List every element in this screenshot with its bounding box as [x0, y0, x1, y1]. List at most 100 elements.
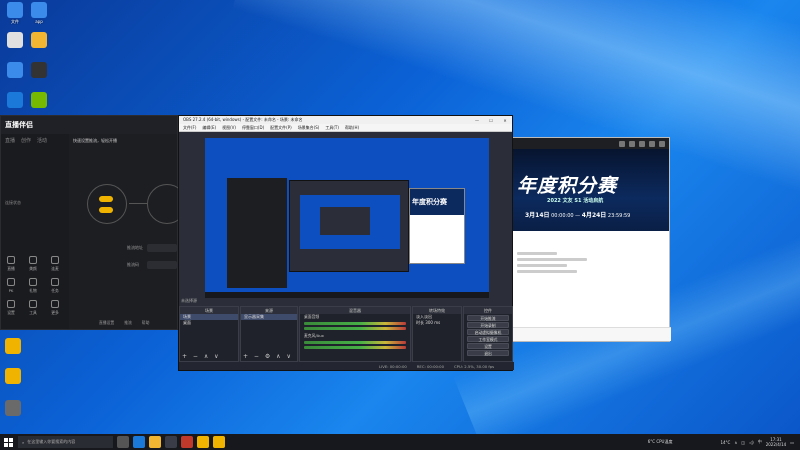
stream-key-field[interactable]: [147, 261, 177, 269]
streaming-companion-window[interactable]: 直播伴侣 直播 创作 活动 连接状态 直播 美颜 连麦 PK 礼物 任务 设置 …: [0, 115, 187, 330]
menu-help[interactable]: 帮助(H): [345, 125, 359, 131]
exit-button[interactable]: 退出: [467, 350, 509, 356]
clock[interactable]: 17:31 2022/4/14: [766, 437, 787, 447]
toolbar-icon[interactable]: [649, 140, 655, 147]
volume-icon[interactable]: ◁): [749, 440, 754, 445]
taskbar-search[interactable]: ⌕ 在这里输入你要搜索的内容: [18, 436, 113, 448]
obs-taskbar-icon[interactable]: [165, 436, 177, 448]
settings-button[interactable]: 设置: [467, 343, 509, 349]
sources-panel: 来源 显示器采集 + − ⚙ ∧ ∨: [240, 306, 298, 362]
desktop-icon[interactable]: app: [26, 2, 52, 24]
browser-window[interactable]: 年度积分赛 2022 文友 S1 活动启航 3月14日 00:00:00 — 4…: [512, 137, 671, 342]
network-icon[interactable]: ◫: [741, 440, 745, 445]
menu-file[interactable]: 文件(F): [183, 125, 196, 131]
help-button[interactable]: 帮助: [142, 320, 150, 326]
desktop-icon[interactable]: [2, 32, 28, 49]
connection-label: 连接状态: [5, 200, 21, 205]
system-tray: 6°C CPU温度 14°C ∧ ◫ ◁) 中 17:31 2022/4/14 ▭: [648, 437, 800, 447]
menu-profile[interactable]: 配置文件(P): [270, 125, 292, 131]
source-item[interactable]: 显示器采集: [241, 314, 297, 320]
menu-docks[interactable]: 停靠窗口(D): [242, 125, 264, 131]
explorer-icon[interactable]: [149, 436, 161, 448]
app-taskbar-icon[interactable]: [213, 436, 225, 448]
menu-view[interactable]: 视图(V): [222, 125, 236, 131]
task-view-icon[interactable]: [117, 436, 129, 448]
menu-tools[interactable]: 工具(T): [325, 125, 339, 131]
temperature-readout[interactable]: 14°C: [720, 440, 730, 445]
obs-docks: 未选择源 场景 场景 桌面 + − ∧ ∨ 来源 显示器采集 + − ⚙ ∧ ∨…: [179, 298, 514, 362]
obs-window[interactable]: OBS 27.2.4 (64-bit, windows) - 配置文件: 未命名…: [178, 115, 514, 371]
app-taskbar-icon[interactable]: [197, 436, 209, 448]
cpu-status: CPU: 2.5%, 30.00 fps: [454, 363, 495, 369]
feature-connect[interactable]: 连麦: [45, 256, 65, 272]
transitions-panel: 转场特效 淡入淡出 时长 300 ms: [412, 306, 462, 362]
obs-preview-canvas[interactable]: 年度积分赛: [205, 138, 489, 298]
weather-widget[interactable]: 6°C CPU温度: [648, 439, 673, 445]
notification-icon[interactable]: ▭: [790, 440, 794, 445]
menu-edit[interactable]: 编辑(E): [202, 125, 216, 131]
app-logo: 直播伴侣: [5, 121, 33, 129]
no-source-label: 未选择源: [181, 298, 197, 303]
chat-input-bar[interactable]: [513, 327, 671, 341]
mixer-header: 混音器: [300, 307, 410, 314]
tab-activity[interactable]: 活动: [37, 137, 47, 144]
tab-create[interactable]: 创作: [21, 137, 31, 144]
feature-tools[interactable]: 工具: [23, 300, 43, 316]
start-recording-button[interactable]: 开始录制: [467, 322, 509, 328]
desktop-icon[interactable]: [0, 368, 26, 385]
scenes-panel: 场景 场景 桌面 + − ∧ ∨: [179, 306, 239, 362]
sidebar-tabs: 直播 创作 活动: [1, 134, 69, 147]
preview-obs-mirror: [289, 180, 409, 272]
app-icon: [5, 400, 21, 416]
toolbar-icon[interactable]: [659, 140, 665, 147]
feature-beauty[interactable]: 美颜: [23, 256, 43, 272]
virtual-camera-button[interactable]: 启动虚拟摄像机: [467, 329, 509, 335]
sources-header: 来源: [241, 307, 297, 314]
duration-row[interactable]: 时长 300 ms: [413, 320, 461, 326]
feature-task[interactable]: 任务: [45, 278, 65, 294]
obs-titlebar: OBS 27.2.4 (64-bit, windows) - 配置文件: 未命名…: [179, 116, 512, 124]
studio-mode-button[interactable]: 工作室模式: [467, 336, 509, 342]
source-controls[interactable]: + − ⚙ ∧ ∨: [243, 353, 293, 360]
controls-header: 控件: [464, 307, 512, 314]
start-button[interactable]: [0, 434, 16, 450]
toolbar-icon[interactable]: [619, 140, 625, 147]
toolbar-icon[interactable]: [639, 140, 645, 147]
chevron-up-icon[interactable]: ∧: [734, 440, 737, 445]
app-taskbar-icon[interactable]: [181, 436, 193, 448]
desktop-icon[interactable]: [0, 338, 26, 355]
chat-content: [513, 231, 669, 273]
tab-live[interactable]: 直播: [5, 137, 15, 144]
app-icon: [31, 62, 47, 78]
feature-more[interactable]: 更多: [45, 300, 65, 316]
maximize-button[interactable]: ☐: [484, 118, 498, 123]
desktop-icon[interactable]: [2, 62, 28, 79]
menu-scene-collection[interactable]: 场景集合(S): [298, 125, 320, 131]
desktop-icon[interactable]: [26, 32, 52, 49]
desktop-icon[interactable]: [26, 92, 52, 109]
preview-taskbar: [205, 292, 489, 298]
close-button[interactable]: ✕: [498, 118, 512, 123]
feature-gift[interactable]: 礼物: [23, 278, 43, 294]
ime-icon[interactable]: 中: [758, 439, 762, 445]
scene-controls[interactable]: + − ∧ ∨: [182, 353, 221, 360]
audio-mixer-panel: 混音器 桌面音频 麦克风/Aux: [299, 306, 411, 362]
stream-url-field[interactable]: [147, 244, 177, 252]
feature-settings[interactable]: 设置: [1, 300, 21, 316]
desktop-icon-label: 文件: [11, 19, 19, 24]
desktop-icon[interactable]: [0, 400, 26, 417]
toolbar-icon[interactable]: [629, 140, 635, 147]
feature-pk[interactable]: PK: [1, 278, 21, 293]
push-button[interactable]: 推流: [124, 320, 132, 326]
edge-icon[interactable]: [133, 436, 145, 448]
app-icon: [31, 2, 47, 18]
desktop-icon[interactable]: 文件: [2, 2, 28, 25]
feature-live[interactable]: 直播: [1, 256, 21, 272]
minimize-button[interactable]: —: [470, 118, 484, 123]
desktop-icon[interactable]: [2, 92, 28, 109]
scene-item[interactable]: 桌面: [180, 320, 238, 326]
start-streaming-button[interactable]: 开始推流: [467, 315, 509, 321]
live-settings-button[interactable]: 直播设置: [99, 320, 114, 326]
desktop-icon[interactable]: [26, 62, 52, 79]
transitions-header: 转场特效: [413, 307, 461, 314]
